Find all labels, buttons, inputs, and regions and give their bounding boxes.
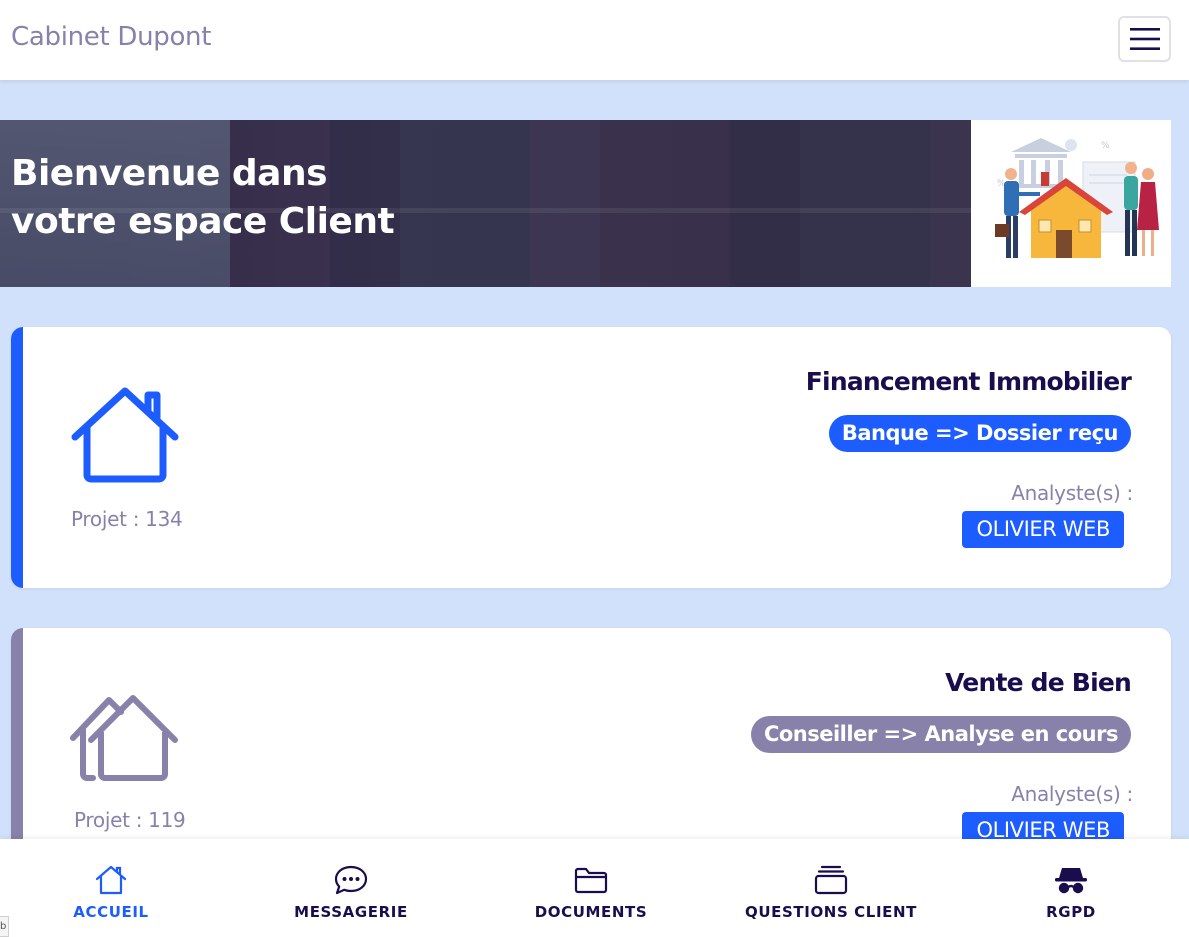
welcome-title-line-1: Bienvenue dans <box>11 153 328 194</box>
status-badge: Conseiller => Analyse en cours <box>750 716 1131 753</box>
welcome-banner: Bienvenue dans votre espace Client <box>0 120 971 287</box>
nav-label-accueil: ACCUEIL <box>73 903 149 921</box>
nav-label-messagerie: MESSAGERIE <box>294 903 408 921</box>
project-number: Projet : 134 <box>71 507 183 531</box>
analyst-label: Analyste(s) : <box>1011 782 1133 806</box>
nav-item-messagerie[interactable]: MESSAGERIE <box>232 839 470 937</box>
bottom-navigation: ACCUEIL MESSAGERIE DOCUMENTS QUESTIONS C… <box>0 839 1189 937</box>
welcome-title: Bienvenue dans votre espace Client <box>11 150 431 246</box>
analyst-badge[interactable]: OLIVIER WEB <box>962 511 1124 548</box>
brand-name[interactable]: Cabinet Dupont <box>11 22 211 52</box>
nav-label-questions-client: QUESTIONS CLIENT <box>745 903 917 921</box>
welcome-title-line-2: votre espace Client <box>11 201 395 242</box>
houses-icon <box>70 695 178 781</box>
project-title: Financement Immobilier <box>805 367 1132 396</box>
analyst-label: Analyste(s) : <box>1011 481 1133 505</box>
svg-text:%: % <box>1101 141 1110 151</box>
project-number: Projet : 119 <box>74 808 186 832</box>
nav-item-documents[interactable]: DOCUMENTS <box>472 839 710 937</box>
incognito-icon <box>1053 863 1089 897</box>
nav-item-rgpd[interactable]: RGPD <box>952 839 1189 937</box>
status-badge: Banque => Dossier reçu <box>828 415 1131 452</box>
hamburger-menu-icon <box>1129 28 1160 50</box>
nav-item-questions-client[interactable]: QUESTIONS CLIENT <box>712 839 950 937</box>
home-icon <box>93 863 129 897</box>
project-title: Vente de Bien <box>945 668 1132 697</box>
stack-icon <box>813 863 849 897</box>
nav-label-rgpd: RGPD <box>1046 903 1096 921</box>
house-icon <box>71 387 179 483</box>
folder-icon <box>573 863 609 897</box>
menu-toggle-button[interactable] <box>1118 16 1171 62</box>
top-navbar: Cabinet Dupont <box>0 0 1189 80</box>
project-card[interactable]: Projet : 134 Financement Immobilier Banq… <box>11 327 1171 588</box>
nav-label-documents: DOCUMENTS <box>534 903 648 921</box>
mortgage-house-illustration: % % <box>971 120 1171 287</box>
chat-bubble-icon <box>333 863 369 897</box>
corner-fragment: b <box>0 916 9 937</box>
card-accent-bar <box>11 327 23 588</box>
nav-item-accueil[interactable]: ACCUEIL <box>0 839 230 937</box>
